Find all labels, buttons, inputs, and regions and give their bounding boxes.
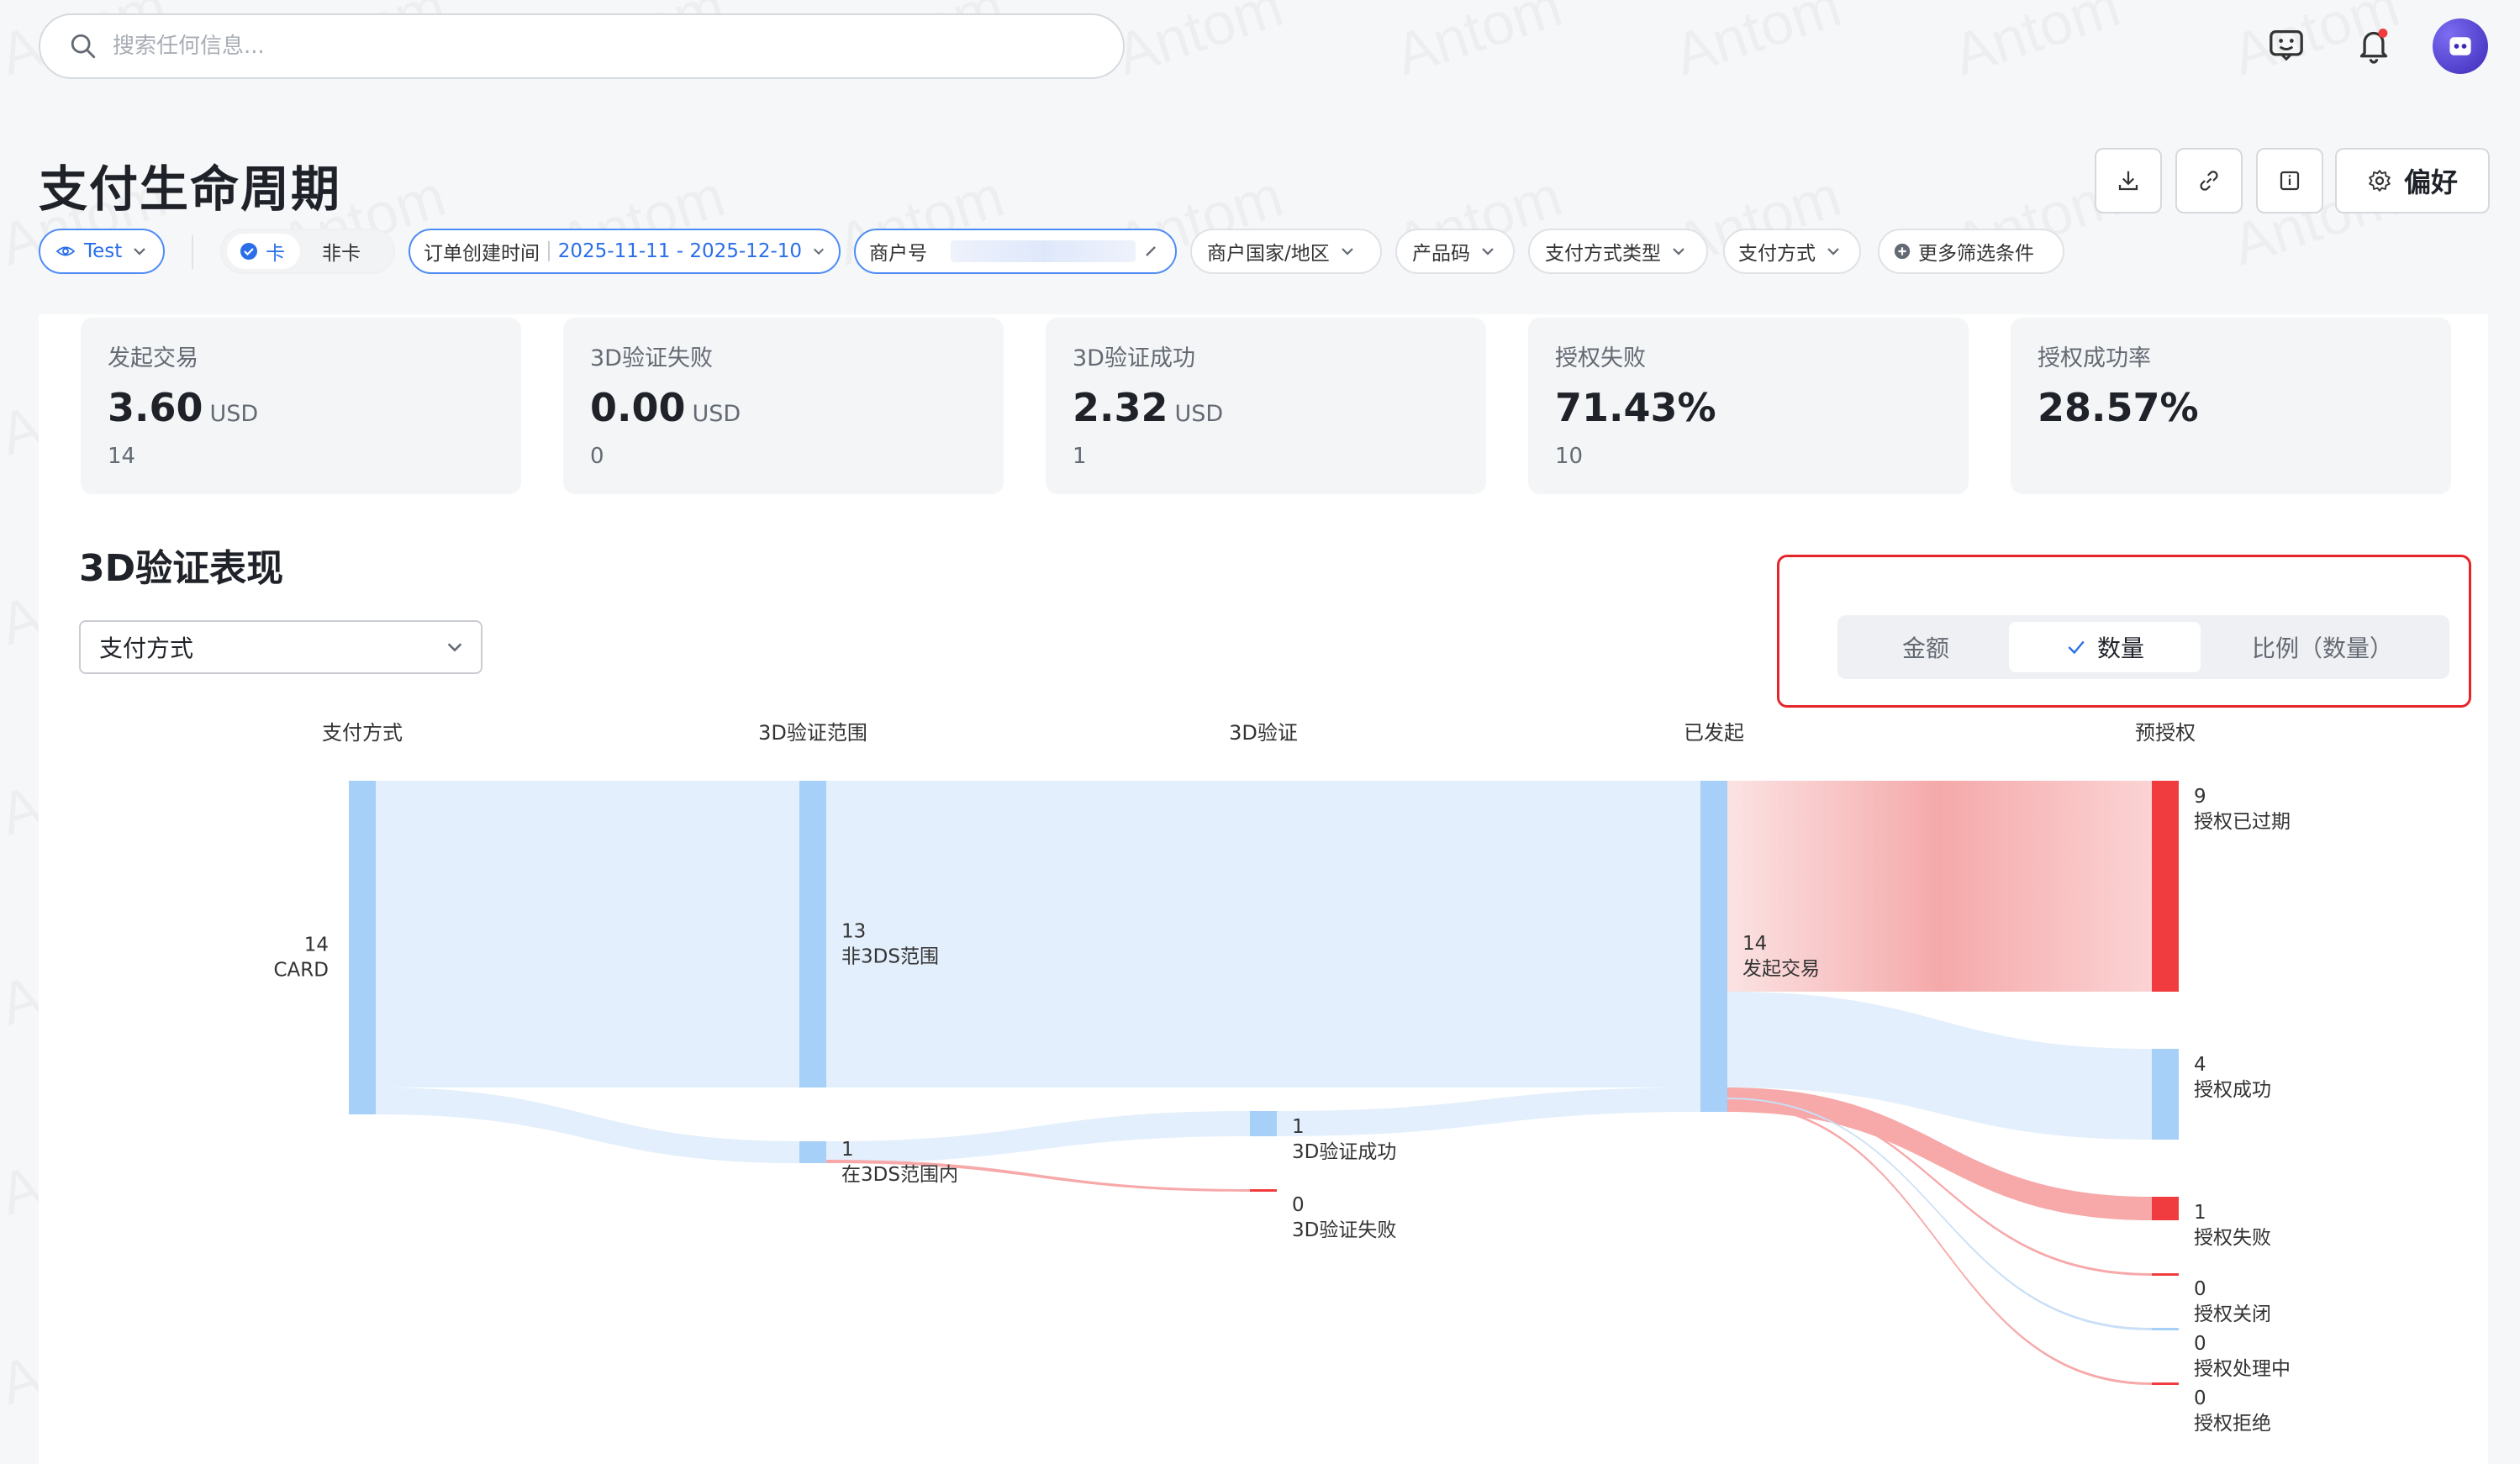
sankey-link [826, 1111, 1250, 1163]
sankey-column-header: 预授权 [2135, 721, 2196, 745]
sankey-node-value: 0 [2194, 1388, 2206, 1409]
sankey-node-label: 3D验证成功 [1292, 1141, 1396, 1163]
sankey-node-expired[interactable] [2152, 781, 2179, 992]
sankey-node-non3ds[interactable] [799, 781, 826, 1087]
sankey-node-closed[interactable] [2152, 1273, 2179, 1276]
sankey-node-success[interactable] [2152, 1049, 2179, 1140]
sankey-node-label: 非3DS范围 [841, 946, 939, 968]
sankey-node-label: 授权处理中 [2194, 1358, 2291, 1380]
sankey-node-label: 发起交易 [1742, 958, 1820, 980]
sankey-link [376, 781, 799, 1087]
sankey-node-value: 13 [841, 921, 866, 943]
sankey-node-value: 9 [2194, 786, 2206, 808]
sankey-column-header: 已发起 [1684, 721, 1744, 745]
sankey-node-label: CARD [274, 960, 329, 982]
sankey-node-fail3d[interactable] [1250, 1189, 1277, 1192]
sankey-node-in3ds[interactable] [799, 1141, 826, 1163]
sankey-node-value: 4 [2194, 1054, 2206, 1076]
sankey-column-header: 支付方式 [322, 721, 403, 745]
sankey-column-header: 3D验证范围 [758, 721, 867, 745]
sankey-node-label: 授权成功 [2194, 1079, 2271, 1101]
sankey-node-label: 3D验证失败 [1292, 1219, 1396, 1241]
sankey-node-failed[interactable] [2152, 1197, 2179, 1220]
sankey-node-ok3d[interactable] [1250, 1111, 1277, 1136]
sankey-link [1277, 1087, 1700, 1136]
sankey-column-header: 3D验证 [1229, 721, 1298, 745]
sankey-node-value: 1 [2194, 1202, 2206, 1224]
sankey-node-value: 14 [1742, 933, 1767, 955]
sankey-node-rejected[interactable] [2152, 1382, 2179, 1385]
sankey-node-label: 授权已过期 [2194, 811, 2291, 833]
sankey-node-label: 授权失败 [2194, 1227, 2271, 1249]
sankey-node-value: 0 [2194, 1278, 2206, 1300]
sankey-chart: 支付方式 3D验证范围 3D验证 已发起 预授权14CARD13非3DS范围1在3DS范… [274, 721, 2291, 1435]
sankey-node-value: 1 [841, 1139, 854, 1161]
sankey-node-value: 0 [2194, 1333, 2206, 1355]
sankey-node-value: 0 [1292, 1194, 1305, 1216]
sankey-node-label: 授权关闭 [2194, 1303, 2271, 1325]
sankey-node-label: 授权拒绝 [2194, 1413, 2271, 1435]
sankey-node-value: 1 [1292, 1116, 1305, 1138]
sankey-link [1727, 992, 2152, 1140]
sankey-node-processing[interactable] [2152, 1328, 2179, 1330]
sankey-link [826, 781, 1700, 1087]
sankey-node-value: 14 [304, 935, 329, 956]
sankey-node-label: 在3DS范围内 [841, 1164, 958, 1186]
sankey-node-card[interactable] [349, 781, 376, 1114]
sankey-link [376, 1087, 799, 1163]
sankey-node-init[interactable] [1700, 781, 1727, 1112]
